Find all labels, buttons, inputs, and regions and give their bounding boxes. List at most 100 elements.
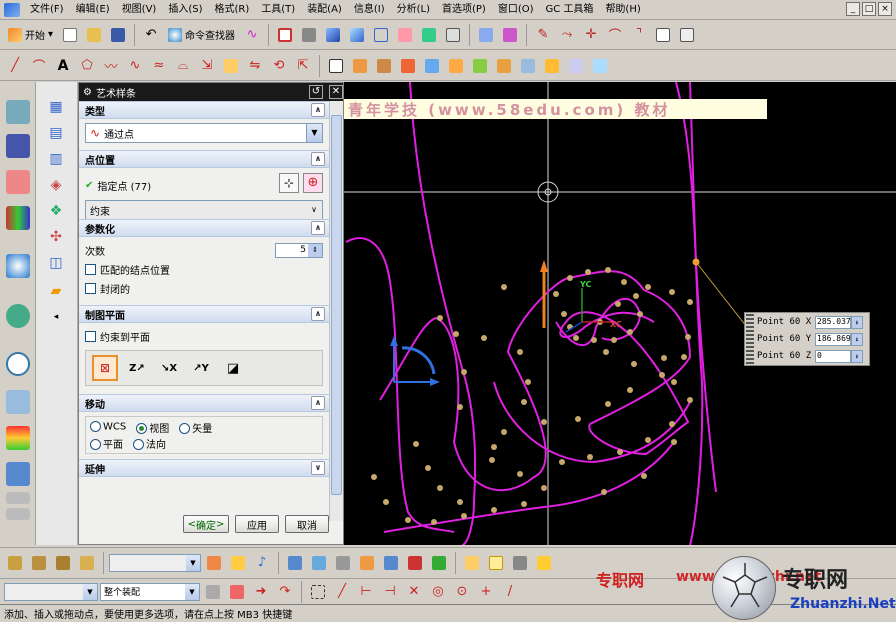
constrain-plane-row[interactable]: 约束到平面 [85,327,323,346]
snap-existing-button[interactable]: + [475,581,497,603]
move-vector-option[interactable]: 矢量 [179,420,212,435]
reuse-library-icon[interactable] [6,206,30,230]
block-button[interactable] [493,55,515,77]
helix-button[interactable]: 〰 [100,55,122,77]
revolve-button[interactable] [373,55,395,77]
web-browser-icon[interactable] [6,254,30,278]
closed-row[interactable]: 封闭的 [85,279,323,298]
menu-file[interactable]: 文件(F) [24,1,70,19]
rect-select-button[interactable] [307,581,329,603]
match-knots-row[interactable]: 匹配的结点位置 [85,260,323,279]
specify-plane-icon[interactable]: ◪ [220,355,246,381]
chevron-down-icon[interactable]: ▼ [185,583,199,600]
move-vector-radio[interactable] [179,423,191,434]
filter-select[interactable]: ▼ [109,553,201,572]
move-plane-option[interactable]: 平面 [90,436,123,451]
section-parameterization-header[interactable]: 参数化 ∧ [79,219,329,237]
scroll-down-icon[interactable] [6,508,30,520]
scroll-up-icon[interactable] [6,492,30,504]
section-point-position-header[interactable]: 点位置 ∧ [79,150,329,168]
tool-i-button[interactable] [485,552,507,574]
chevron-up-icon[interactable]: ∧ [311,307,325,321]
scrollbar-thumb[interactable] [331,115,342,495]
more-tools-icon[interactable]: ◂ [46,308,66,326]
sew-button[interactable] [541,55,563,77]
menu-help[interactable]: 帮助(H) [599,1,646,19]
menu-tools[interactable]: 工具(T) [255,1,301,19]
section-move-header[interactable]: 移动 ∧ [79,394,329,412]
snap-endpoint-button[interactable]: ╱ [331,581,353,603]
point-x-spin-icon[interactable]: ⬇ [851,315,863,329]
spinner-arrows-icon[interactable]: ⇕ [308,244,322,257]
tool-c-button[interactable] [332,552,354,574]
wcs-triad[interactable] [390,260,612,386]
move-normal-radio[interactable] [133,439,144,450]
section-type-header[interactable]: 类型 ∧ [79,101,329,119]
trim-body-button[interactable] [517,55,539,77]
minimize-button[interactable]: _ [846,2,860,16]
snap-center-button[interactable]: ◎ [427,581,449,603]
through-mesh-icon[interactable]: ▥ [46,150,66,168]
ruled-icon[interactable]: ◫ [46,254,66,272]
bridge-curve-button[interactable]: ⌓ [172,55,194,77]
move-view-radio[interactable] [136,423,148,434]
move-wcs-option[interactable]: WCS [90,421,126,433]
close-icon[interactable]: ✕ [329,85,343,99]
transform-button[interactable] [475,24,497,46]
graphics-viewport[interactable]: YC XC 青年学技 (www.58edu.com) 教材 Point 60 X… [344,82,896,545]
tool-g-button[interactable] [428,552,450,574]
assembly-tool-1-button[interactable] [4,552,26,574]
point-y-input[interactable]: 186.869 [815,332,851,346]
section-drawing-plane-header[interactable]: 制图平面 ∧ [79,305,329,323]
menu-format[interactable]: 格式(R) [209,1,256,19]
save-button[interactable] [107,24,129,46]
ok-button[interactable]: < 确定 > [183,515,229,533]
clock-icon[interactable] [6,352,30,376]
command-finder-button[interactable]: 命令查找器 [164,24,239,46]
studio-surface-icon[interactable]: ▦ [46,98,66,116]
projection-button[interactable]: ⇲ [196,55,218,77]
background-color-button[interactable] [442,24,464,46]
point-z-input[interactable]: 0 [815,349,851,363]
reset-icon[interactable]: ↺ [309,85,323,99]
offset-button[interactable]: ≈ [148,55,170,77]
point-y-spin-icon[interactable]: ⬇ [851,332,863,346]
sweep-button[interactable] [397,55,419,77]
menu-assembly[interactable]: 装配(A) [301,1,348,19]
section-view-button[interactable] [394,24,416,46]
tool-h-button[interactable] [461,552,483,574]
face-blend-button[interactable] [565,55,587,77]
snap-control-button[interactable]: ⊣ [379,581,401,603]
corner-button[interactable]: ⌝ [628,24,650,46]
palette-icon[interactable] [6,462,30,486]
view-plane-icon[interactable]: ⊠ [92,355,118,381]
offset-curve-button[interactable] [676,24,698,46]
chevron-up-icon[interactable]: ∧ [311,396,325,410]
law-curve-button[interactable]: ∿ [124,55,146,77]
roles-icon[interactable] [6,426,30,450]
tool-e-button[interactable] [380,552,402,574]
section-extension-header[interactable]: 延伸 ∨ [79,459,329,477]
type-filter-select[interactable]: ▼ [4,582,98,601]
wireframe-button[interactable] [370,24,392,46]
tool-j-button[interactable] [509,552,531,574]
derived-curve-button[interactable] [652,24,674,46]
chevron-down-icon[interactable]: ▼ [306,124,322,142]
thicken-button[interactable] [469,55,491,77]
fillet-curve-button[interactable]: ⌒ [604,24,626,46]
shaded-view-button[interactable] [322,24,344,46]
offset-surface-button[interactable] [589,55,611,77]
arc-button[interactable]: ⌒ [28,55,50,77]
type-select[interactable]: ∿ 通过点 ▼ [85,123,323,143]
gear-icon[interactable]: ⚙ [83,87,92,98]
rectangle-button[interactable] [325,55,347,77]
assembly-tool-3-button[interactable] [52,552,74,574]
mirror-button[interactable]: ⇋ [244,55,266,77]
analysis-button[interactable] [499,24,521,46]
history-icon[interactable] [6,304,30,328]
snap-intersect-button[interactable]: ✕ [403,581,425,603]
snap-quadrant-button[interactable]: ⊙ [451,581,473,603]
menu-view[interactable]: 视图(V) [116,1,163,19]
undo-button[interactable]: ↶ [140,24,162,46]
trim-button[interactable]: ⤳ [556,24,578,46]
